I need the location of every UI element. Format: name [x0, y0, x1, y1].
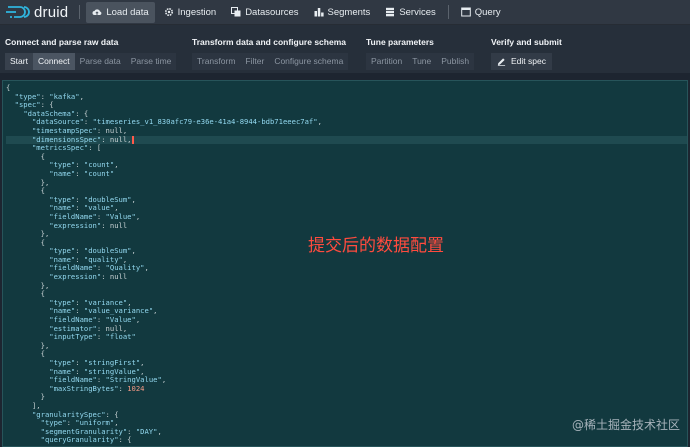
code-line[interactable]: "type": "kafka", [6, 92, 687, 102]
nav-load-data-label: Load data [106, 6, 149, 18]
step-filter[interactable]: Filter [240, 53, 270, 70]
code-line[interactable]: "maxStringBytes": 1024 [6, 384, 687, 394]
annotation-text: 提交后的数据配置 [308, 236, 444, 256]
code-line[interactable]: "inputType": "float" [6, 332, 687, 342]
step-buttons: Start Connect Parse data Parse time [5, 53, 177, 70]
code-line[interactable]: { [6, 83, 687, 93]
step-group-title: Connect and parse raw data [5, 37, 119, 47]
step-group-title: Tune parameters [366, 37, 434, 47]
step-group-title: Verify and submit [491, 37, 562, 47]
spec-json-code[interactable]: { "type": "kafka", "spec": { "dataSchema… [3, 81, 687, 446]
edit-icon [497, 58, 506, 66]
edit-spec-label: Edit spec [511, 56, 546, 66]
load-data-steps: Connect and parse raw data Start Connect… [0, 25, 690, 73]
step-parse-time[interactable]: Parse time [125, 53, 177, 70]
nav-services-label: Services [399, 6, 436, 18]
step-parse-data[interactable]: Parse data [74, 53, 126, 70]
nav-segments-label: Segments [327, 6, 371, 18]
top-navbar: druid Load data Ingestion Datasources Se… [0, 0, 690, 25]
nav-ingestion-label: Ingestion [177, 6, 217, 18]
step-tune[interactable]: Tune [407, 53, 437, 70]
nav-query-label: Query [474, 6, 501, 18]
step-connect[interactable]: Connect [32, 53, 75, 70]
step-edit-spec[interactable]: Edit spec [491, 53, 552, 70]
multi-select-icon [231, 7, 241, 17]
nav-datasources-label: Datasources [245, 6, 299, 18]
step-publish[interactable]: Publish [436, 53, 475, 70]
code-line[interactable]: "spec": { [6, 100, 687, 110]
step-transform[interactable]: Transform [192, 53, 241, 70]
druid-logo-icon [6, 6, 30, 18]
nav-load-data[interactable]: Load data [86, 1, 155, 23]
nav-datasources[interactable]: Datasources [225, 2, 304, 23]
spec-editor[interactable]: { "type": "kafka", "spec": { "dataSchema… [2, 80, 688, 447]
code-line[interactable]: "expression": null [6, 272, 687, 282]
code-line[interactable]: "expression": null [6, 221, 687, 231]
code-line[interactable]: }, [6, 178, 687, 188]
code-line[interactable]: }, [6, 341, 687, 351]
code-line[interactable]: "dimensionsSpec": null, [6, 135, 687, 145]
nav-query[interactable]: Query [455, 2, 507, 23]
watermark: @稀土掘金技术社区 [571, 418, 680, 432]
step-buttons: Partition Tune Publish [366, 53, 475, 70]
druid-logo[interactable]: druid [6, 4, 68, 21]
nav-divider [447, 5, 449, 19]
nav-services[interactable]: Services [379, 2, 441, 23]
step-configure-schema[interactable]: Configure schema [269, 53, 349, 70]
step-buttons: Transform Filter Configure schema [192, 53, 349, 70]
database-icon [386, 7, 395, 17]
text-cursor [131, 135, 134, 144]
code-line[interactable]: "name": "count" [6, 169, 687, 179]
step-partition[interactable]: Partition [366, 53, 408, 70]
nav-divider [79, 5, 81, 19]
application-icon [460, 7, 471, 17]
code-line[interactable]: }, [6, 281, 687, 291]
gear-icon [164, 7, 173, 17]
nav-segments[interactable]: Segments [308, 2, 377, 23]
step-group-title: Transform data and configure schema [192, 37, 346, 47]
cloud-upload-icon [92, 9, 102, 16]
brand-name: druid [34, 3, 69, 21]
stacked-chart-icon [314, 8, 324, 17]
code-line[interactable]: } [6, 393, 687, 402]
step-buttons: Edit spec [491, 53, 552, 70]
step-start[interactable]: Start [5, 53, 33, 70]
nav-ingestion[interactable]: Ingestion [158, 2, 223, 23]
code-line[interactable]: "metricsSpec": [ [6, 143, 687, 153]
